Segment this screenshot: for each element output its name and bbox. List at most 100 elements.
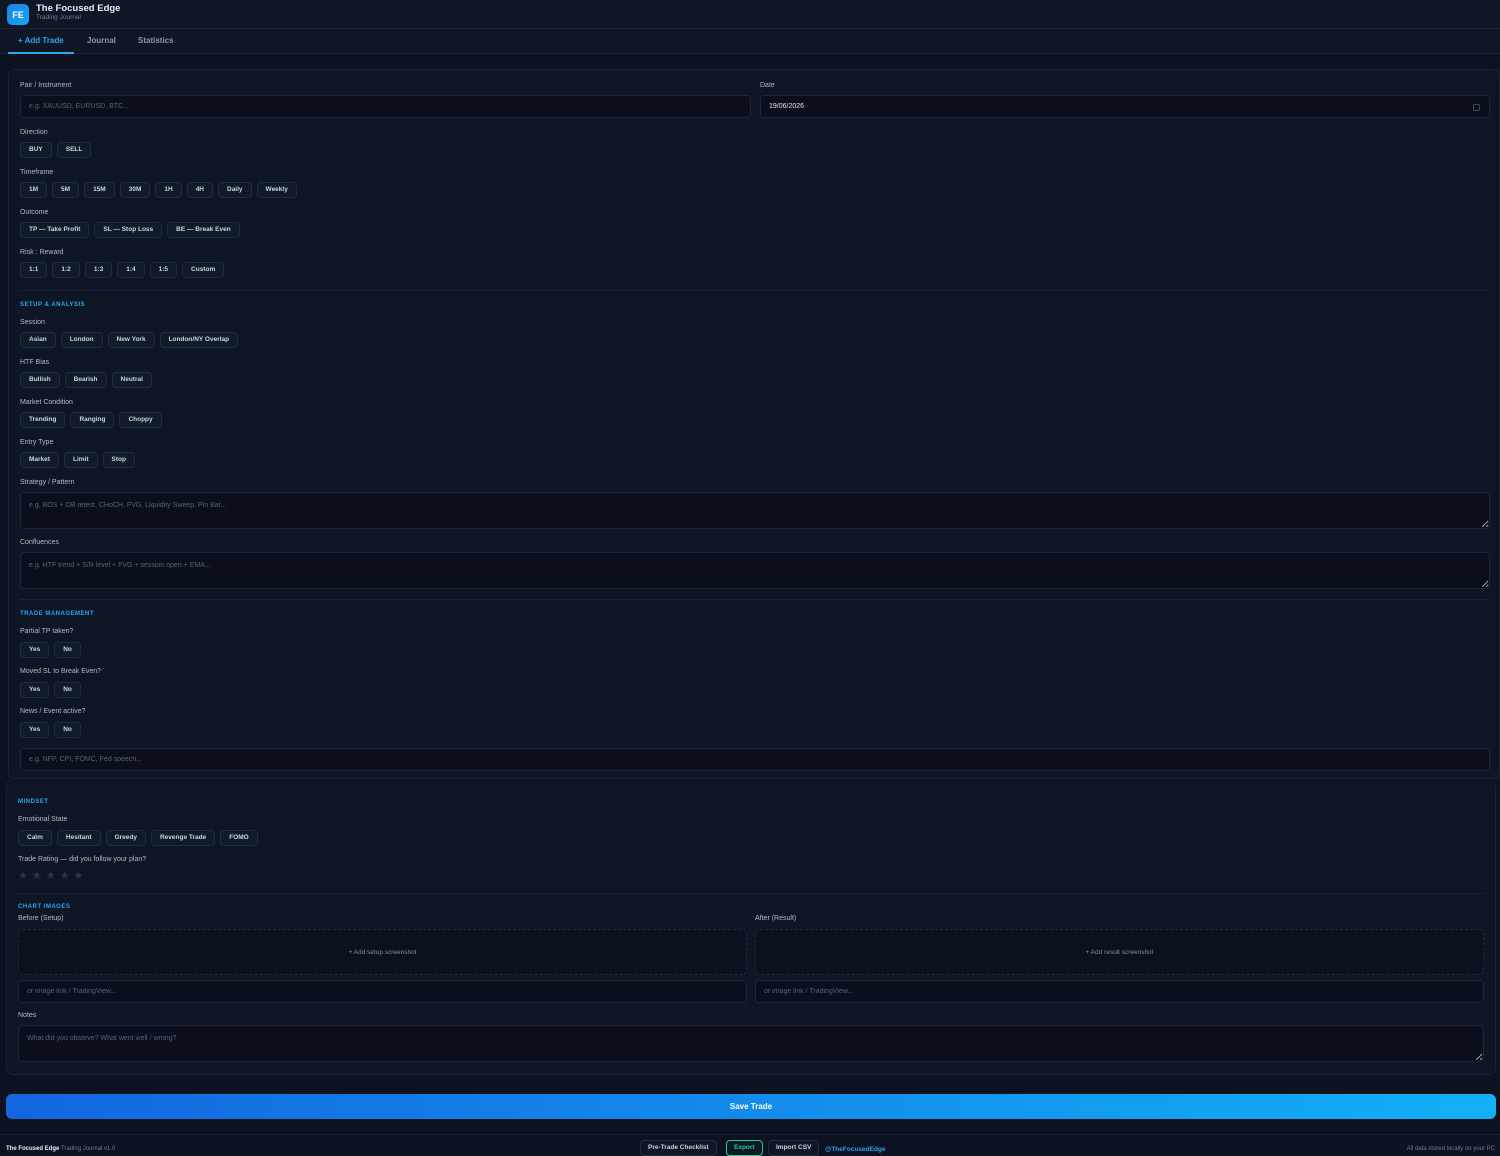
emotion-chip-fomo[interactable]: FOMO <box>220 830 258 846</box>
moved-sl-no-chip[interactable]: No <box>54 682 81 698</box>
strategy-label: Strategy / Pattern <box>20 479 75 486</box>
rr-chip-1-2[interactable]: 1:2 <box>52 262 80 278</box>
tab-statistics[interactable]: Statistics <box>128 29 184 54</box>
session-label: Session <box>20 319 45 326</box>
outcome-be-chip[interactable]: BE — Break Even <box>167 222 240 238</box>
outcome-sl-chip[interactable]: SL — Stop Loss <box>94 222 163 238</box>
footer-handle-link[interactable]: @TheFocusedEdge <box>825 1146 886 1153</box>
notes-textarea[interactable] <box>18 1025 1484 1062</box>
timeframe-chip-weekly[interactable]: Weekly <box>256 182 297 198</box>
timeframe-chip-15m[interactable]: 15M <box>84 182 115 198</box>
notes-label: Notes <box>18 1012 37 1019</box>
condition-chip-choppy[interactable]: Choppy <box>119 412 162 428</box>
after-label: After (Result) <box>755 915 797 922</box>
app-subtitle: Trading Journal <box>36 14 81 21</box>
partial-tp-options: Yes No <box>20 642 81 658</box>
emotional-state-label: Emotional State <box>18 816 68 823</box>
partial-tp-label: Partial TP taken? <box>20 628 74 635</box>
timeframe-chip-30m[interactable]: 30M <box>119 182 151 198</box>
nav-tabs: + Add Trade Journal Statistics <box>0 29 1500 54</box>
timeframe-chip-1m[interactable]: 1M <box>20 182 48 198</box>
rr-chip-1-4[interactable]: 1:4 <box>117 262 145 278</box>
save-trade-button[interactable]: Save Trade <box>6 1094 1496 1119</box>
market-condition-label: Market Condition <box>20 399 73 406</box>
trade-form-card <box>8 69 1500 779</box>
rr-chip-1-5[interactable]: 1:5 <box>149 262 178 278</box>
bias-chip-bullish[interactable]: Bullish <box>20 372 60 388</box>
star-icon[interactable]: ★ <box>18 869 28 882</box>
before-link-input[interactable] <box>18 980 747 1003</box>
timeframe-options: 1M 5M 15M 30M 1H 4H Daily Weekly <box>20 182 297 198</box>
timeframe-label: Timeframe <box>20 169 54 176</box>
session-chip-london[interactable]: London <box>60 332 103 348</box>
setup-section-title: SETUP & ANALYSIS <box>20 302 86 308</box>
app-logo: FE <box>7 4 29 25</box>
partial-tp-yes-chip[interactable]: Yes <box>20 642 50 658</box>
rr-chip-1-1[interactable]: 1:1 <box>20 262 48 278</box>
news-no-chip[interactable]: No <box>54 722 81 738</box>
bias-chip-neutral[interactable]: Neutral <box>111 372 152 388</box>
condition-chip-ranging[interactable]: Ranging <box>70 412 115 428</box>
rr-chip-custom[interactable]: Custom <box>182 262 225 278</box>
news-detail-input[interactable] <box>20 748 1490 771</box>
footer-version: Trading Journal v1.0 <box>60 1146 116 1152</box>
divider <box>20 599 1490 600</box>
mindset-section-title: MINDSET <box>18 799 49 805</box>
footer-brand: The Focused Edge Trading Journal v1.0 <box>6 1146 115 1152</box>
timeframe-chip-5m[interactable]: 5M <box>52 182 80 198</box>
date-input[interactable] <box>760 95 1490 118</box>
emotional-state-options: Calm Hesitant Greedy Revenge Trade FOMO <box>18 830 258 846</box>
tab-add-trade[interactable]: + Add Trade <box>8 29 74 54</box>
entry-chip-limit[interactable]: Limit <box>63 452 98 468</box>
calendar-icon[interactable] <box>1473 104 1480 111</box>
condition-chip-trending[interactable]: Trending <box>20 412 66 428</box>
star-rating: ★ ★ ★ ★ ★ <box>18 869 83 882</box>
session-chip-overlap[interactable]: London/NY Overlap <box>159 332 239 348</box>
news-label: News / Event active? <box>20 708 86 715</box>
entry-type-options: Market Limit Stop <box>20 452 135 468</box>
direction-sell-chip[interactable]: SELL <box>56 142 92 158</box>
confluences-textarea[interactable] <box>20 552 1490 589</box>
partial-tp-no-chip[interactable]: No <box>54 642 81 658</box>
timeframe-chip-1h[interactable]: 1H <box>155 182 182 198</box>
moved-sl-label: Moved SL to Break Even? <box>20 668 102 675</box>
timeframe-chip-daily[interactable]: Daily <box>218 182 252 198</box>
session-chip-asian[interactable]: Asian <box>20 332 56 348</box>
outcome-options: TP — Take Profit SL — Stop Loss BE — Bre… <box>20 222 240 238</box>
before-screenshot-dropzone[interactable]: + Add setup screenshot <box>18 929 747 975</box>
session-chip-new-york[interactable]: New York <box>107 332 155 348</box>
timeframe-chip-4h[interactable]: 4H <box>186 182 213 198</box>
strategy-textarea[interactable] <box>20 492 1490 529</box>
entry-chip-market[interactable]: Market <box>20 452 59 468</box>
import-csv-button[interactable]: Import CSV <box>768 1140 820 1156</box>
pair-input[interactable] <box>20 95 751 118</box>
date-label: Date <box>760 82 775 89</box>
rr-chip-1-3[interactable]: 1:3 <box>84 262 113 278</box>
star-icon[interactable]: ★ <box>46 869 56 882</box>
news-options: Yes No <box>20 722 81 738</box>
tab-journal[interactable]: Journal <box>77 29 126 54</box>
pre-trade-checklist-button[interactable]: Pre-Trade Checklist <box>640 1140 717 1156</box>
emotion-chip-greedy[interactable]: Greedy <box>105 830 146 846</box>
moved-sl-yes-chip[interactable]: Yes <box>20 682 50 698</box>
emotion-chip-calm[interactable]: Calm <box>18 830 52 846</box>
entry-chip-stop[interactable]: Stop <box>102 452 135 468</box>
trade-rating-label: Trade Rating — did you follow your plan? <box>18 856 147 863</box>
direction-buy-chip[interactable]: BUY <box>20 142 52 158</box>
star-icon[interactable]: ★ <box>74 869 84 882</box>
emotion-chip-hesitant[interactable]: Hesitant <box>56 830 101 846</box>
emotion-chip-revenge[interactable]: Revenge Trade <box>150 830 216 846</box>
session-options: Asian London New York London/NY Overlap <box>20 332 239 348</box>
after-screenshot-dropzone[interactable]: + Add result screenshot <box>755 929 1484 975</box>
footer-brand-name: The Focused Edge <box>6 1146 60 1152</box>
direction-label: Direction <box>20 129 48 136</box>
export-button[interactable]: Export <box>726 1140 763 1156</box>
confluences-label: Confluences <box>20 539 59 546</box>
star-icon[interactable]: ★ <box>32 869 42 882</box>
bias-chip-bearish[interactable]: Bearish <box>64 372 107 388</box>
risk-reward-options: 1:1 1:2 1:3 1:4 1:5 Custom <box>20 262 225 278</box>
star-icon[interactable]: ★ <box>60 869 70 882</box>
after-link-input[interactable] <box>755 980 1484 1003</box>
news-yes-chip[interactable]: Yes <box>20 722 50 738</box>
outcome-tp-chip[interactable]: TP — Take Profit <box>20 222 90 238</box>
